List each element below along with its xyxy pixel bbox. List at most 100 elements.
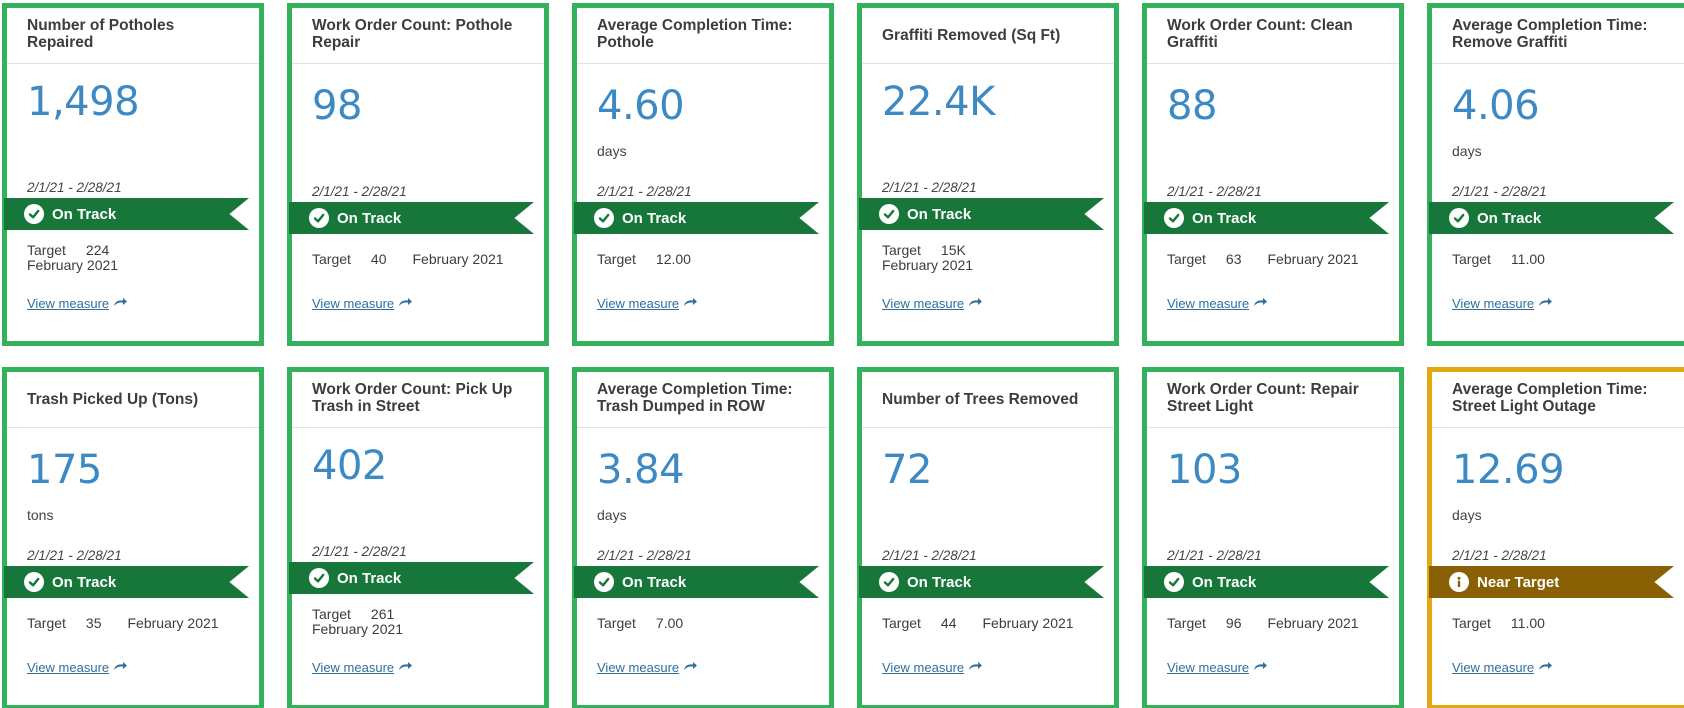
target-value: 96: [1225, 615, 1242, 631]
target-label: Target: [597, 615, 636, 631]
arrow-right-icon: [964, 296, 983, 311]
check-circle-icon: [1449, 208, 1469, 228]
view-measure-link[interactable]: View measure: [597, 660, 698, 675]
view-measure-label: View measure: [882, 296, 965, 311]
target-value: 40: [370, 251, 387, 267]
arrow-right-icon: [394, 660, 413, 675]
target-value: 261: [370, 606, 395, 622]
target-label: Target: [1452, 251, 1491, 267]
measure-value: 88: [1167, 83, 1217, 129]
card-title: Average Completion Time: Pothole: [577, 8, 829, 64]
status-label: On Track: [337, 209, 402, 227]
view-measure-link[interactable]: View measure: [882, 296, 983, 311]
target-label: Target: [597, 251, 636, 267]
card-title: Average Completion Time: Remove Graffiti: [1432, 8, 1684, 64]
measure-card: Work Order Count: Clean Graffiti 88 2/1/…: [1142, 3, 1404, 346]
target-label: Target: [1452, 615, 1491, 631]
measure-value: 3.84: [597, 447, 685, 493]
measure-period: 2/1/21 - 2/28/21: [312, 544, 407, 559]
status-label: On Track: [907, 573, 972, 591]
target-info: Target 40 February 2021: [312, 252, 504, 267]
measure-period: 2/1/21 - 2/28/21: [27, 180, 122, 195]
target-info: Target 261 February 2021: [312, 607, 403, 637]
measure-value: 4.60: [597, 83, 685, 129]
measure-period: 2/1/21 - 2/28/21: [1167, 548, 1262, 563]
measure-value: 402: [312, 443, 387, 489]
check-circle-icon: [309, 568, 329, 588]
measure-value: 22.4K: [882, 79, 995, 125]
view-measure-label: View measure: [597, 660, 680, 675]
view-measure-link[interactable]: View measure: [882, 660, 983, 675]
status-label: On Track: [622, 209, 687, 227]
target-value: 7.00: [655, 615, 684, 631]
target-value: 44: [940, 615, 957, 631]
check-circle-icon: [594, 572, 614, 592]
target-value: 224: [85, 242, 110, 258]
card-title: Number of Trees Removed: [862, 372, 1114, 428]
target-label: Target: [882, 615, 921, 631]
view-measure-link[interactable]: View measure: [1167, 296, 1268, 311]
target-period: February 2021: [27, 257, 119, 273]
view-measure-label: View measure: [1452, 296, 1535, 311]
view-measure-link[interactable]: View measure: [1452, 296, 1553, 311]
measure-value: 175: [27, 447, 102, 493]
measure-card: Average Completion Time: Remove Graffiti…: [1427, 3, 1684, 346]
target-info: Target 11.00: [1452, 616, 1545, 631]
status-ribbon: On Track: [1144, 566, 1389, 598]
arrow-right-icon: [679, 660, 698, 675]
card-title: Average Completion Time: Trash Dumped in…: [577, 372, 829, 428]
view-measure-link[interactable]: View measure: [312, 296, 413, 311]
measure-period: 2/1/21 - 2/28/21: [597, 184, 692, 199]
view-measure-link[interactable]: View measure: [597, 296, 698, 311]
measure-unit: days: [597, 143, 627, 159]
measure-period: 2/1/21 - 2/28/21: [1167, 184, 1262, 199]
status-label: On Track: [622, 573, 687, 591]
status-label: Near Target: [1477, 573, 1560, 591]
check-circle-icon: [1164, 572, 1184, 592]
measure-unit: days: [597, 507, 627, 523]
target-value: 12.00: [655, 251, 691, 267]
view-measure-link[interactable]: View measure: [1452, 660, 1553, 675]
status-label: On Track: [1192, 209, 1257, 227]
status-ribbon: Near Target: [1429, 566, 1674, 598]
card-title: Average Completion Time: Street Light Ou…: [1432, 372, 1684, 428]
target-value: 15K: [940, 242, 966, 258]
target-info: Target 96 February 2021: [1167, 616, 1359, 631]
check-circle-icon: [24, 572, 44, 592]
status-ribbon: On Track: [4, 566, 249, 598]
view-measure-link[interactable]: View measure: [27, 660, 128, 675]
view-measure-label: View measure: [1167, 660, 1250, 675]
status-label: On Track: [337, 569, 402, 587]
card-title: Work Order Count: Pick Up Trash in Stree…: [292, 372, 544, 428]
status-ribbon: On Track: [289, 562, 534, 594]
arrow-right-icon: [1249, 660, 1268, 675]
measure-card: Average Completion Time: Trash Dumped in…: [572, 367, 834, 708]
measure-card: Graffiti Removed (Sq Ft) 22.4K 2/1/21 - …: [857, 3, 1119, 346]
measure-unit: days: [1452, 143, 1482, 159]
arrow-right-icon: [1249, 296, 1268, 311]
view-measure-label: View measure: [882, 660, 965, 675]
card-title: Graffiti Removed (Sq Ft): [862, 8, 1114, 64]
info-circle-icon: [1449, 572, 1469, 592]
status-label: On Track: [1192, 573, 1257, 591]
target-value: 35: [85, 615, 102, 631]
arrow-right-icon: [394, 296, 413, 311]
check-circle-icon: [879, 572, 899, 592]
measure-card: Average Completion Time: Pothole 4.60 da…: [572, 3, 834, 346]
target-period: February 2021: [1267, 251, 1359, 267]
status-ribbon: On Track: [1429, 202, 1674, 234]
measure-unit: days: [1452, 507, 1482, 523]
target-info: Target 63 February 2021: [1167, 252, 1359, 267]
target-info: Target 44 February 2021: [882, 616, 1074, 631]
view-measure-link[interactable]: View measure: [312, 660, 413, 675]
target-info: Target 35 February 2021: [27, 616, 219, 631]
measure-period: 2/1/21 - 2/28/21: [597, 548, 692, 563]
measure-card: Work Order Count: Repair Street Light 10…: [1142, 367, 1404, 708]
view-measure-link[interactable]: View measure: [1167, 660, 1268, 675]
target-period: February 2021: [127, 615, 219, 631]
view-measure-label: View measure: [1452, 660, 1535, 675]
target-label: Target: [882, 242, 921, 258]
arrow-right-icon: [1534, 660, 1553, 675]
measure-card: Work Order Count: Pothole Repair 98 2/1/…: [287, 3, 549, 346]
view-measure-link[interactable]: View measure: [27, 296, 128, 311]
